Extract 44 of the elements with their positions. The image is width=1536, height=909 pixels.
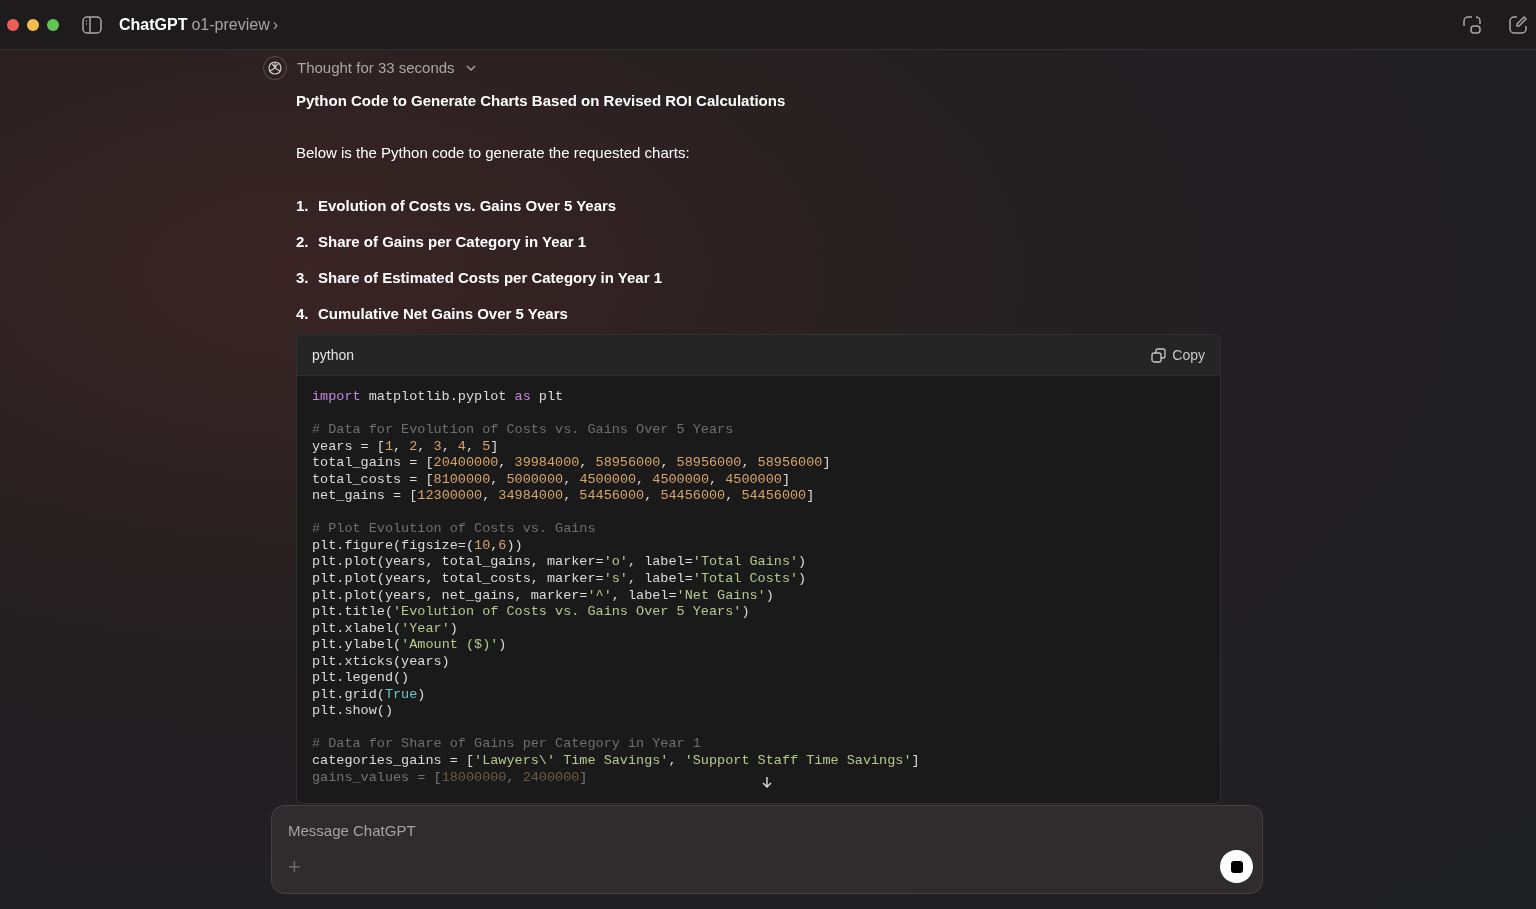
code-line: plt.plot(years, total_gains, marker='o', label='Total Gains') bbox=[312, 554, 807, 571]
code-line: plt.title('Evolution of Costs vs. Gains Over 5 Years') bbox=[312, 604, 750, 621]
code-line: # Data for Evolution of Costs vs. Gains Over 5 Years bbox=[312, 422, 734, 439]
code-line: plt.xticks(years) bbox=[312, 653, 450, 671]
window-control-button[interactable] bbox=[27, 18, 39, 31]
code-line: plt.plot(years, net_gains, marker='^', label='Net Gains') bbox=[312, 587, 774, 605]
code-line: # Data for Share of Gains per Category in Year 1 bbox=[312, 736, 701, 754]
code-line: plt.xlabel('Year') bbox=[312, 620, 458, 638]
copy-button[interactable]: Copy bbox=[1151, 344, 1205, 366]
code-line: total_costs = [8100000, 5000000, 4500000, 4500000, 4500000] bbox=[312, 471, 791, 489]
code-line: plt.legend() bbox=[312, 670, 410, 687]
list-number: 3. bbox=[296, 267, 310, 288]
list-item-text: Share of Estimated Costs per Category in Year 1 bbox=[318, 267, 662, 288]
window-title: ChatGPT bbox=[119, 14, 188, 35]
list-number: 4. bbox=[296, 303, 310, 324]
list-number: 2. bbox=[296, 231, 310, 252]
sidebar-toggle-icon[interactable] bbox=[82, 15, 102, 34]
window-control-button[interactable] bbox=[47, 18, 59, 31]
list-item-text: Share of Gains per Category in Year 1 bbox=[318, 231, 587, 252]
stop-button[interactable] bbox=[1220, 850, 1253, 883]
list-item-text: Cumulative Net Gains Over 5 Years bbox=[318, 303, 568, 324]
code-language-label: python bbox=[312, 345, 355, 365]
list-item-text: Evolution of Costs vs. Gains Over 5 Years bbox=[318, 195, 617, 216]
code-line: plt.show() bbox=[312, 703, 393, 720]
code-line: # Plot Evolution of Costs vs. Gains bbox=[312, 521, 596, 538]
code-line: plt.ylabel('Amount ($)') bbox=[312, 637, 507, 654]
model-selector[interactable]: o1-preview › bbox=[191, 12, 279, 37]
copy-icon bbox=[1151, 347, 1167, 363]
code-line: plt.plot(years, total_costs, marker='s', label='Total Costs') bbox=[312, 571, 807, 588]
code-line: import matplotlib.pyplot as plt bbox=[312, 389, 564, 406]
window-control-button[interactable] bbox=[7, 18, 19, 31]
code-line: gains_values = [18000000, 2400000] bbox=[312, 769, 588, 787]
temporary-chat-icon[interactable] bbox=[1462, 14, 1482, 35]
code-line: plt.figure(figsize=(10,6)) bbox=[312, 537, 523, 555]
thought-toggle[interactable]: Thought for 33 seconds bbox=[263, 56, 477, 80]
code-line: years = [1, 2, 3, 4, 5] bbox=[312, 438, 499, 456]
response-heading: Python Code to Generate Charts Based on Revised ROI Calculations bbox=[296, 91, 787, 111]
code-line: categories_gains = ['Lawyers\' Time Savings', 'Support Staff Time Savings'] bbox=[312, 753, 920, 770]
code-line: net_gains = [12300000, 34984000, 54456000, 54456000, 54456000] bbox=[312, 488, 815, 505]
list-number: 1. bbox=[296, 195, 310, 216]
new-chat-icon[interactable] bbox=[1508, 14, 1528, 35]
code-line: plt.grid(True) bbox=[312, 686, 426, 704]
code-line: total_gains = [20400000, 39984000, 58956000, 58956000, 58956000] bbox=[312, 455, 831, 472]
intro-paragraph: Below is the Python code to generate the requested charts: bbox=[296, 142, 691, 163]
